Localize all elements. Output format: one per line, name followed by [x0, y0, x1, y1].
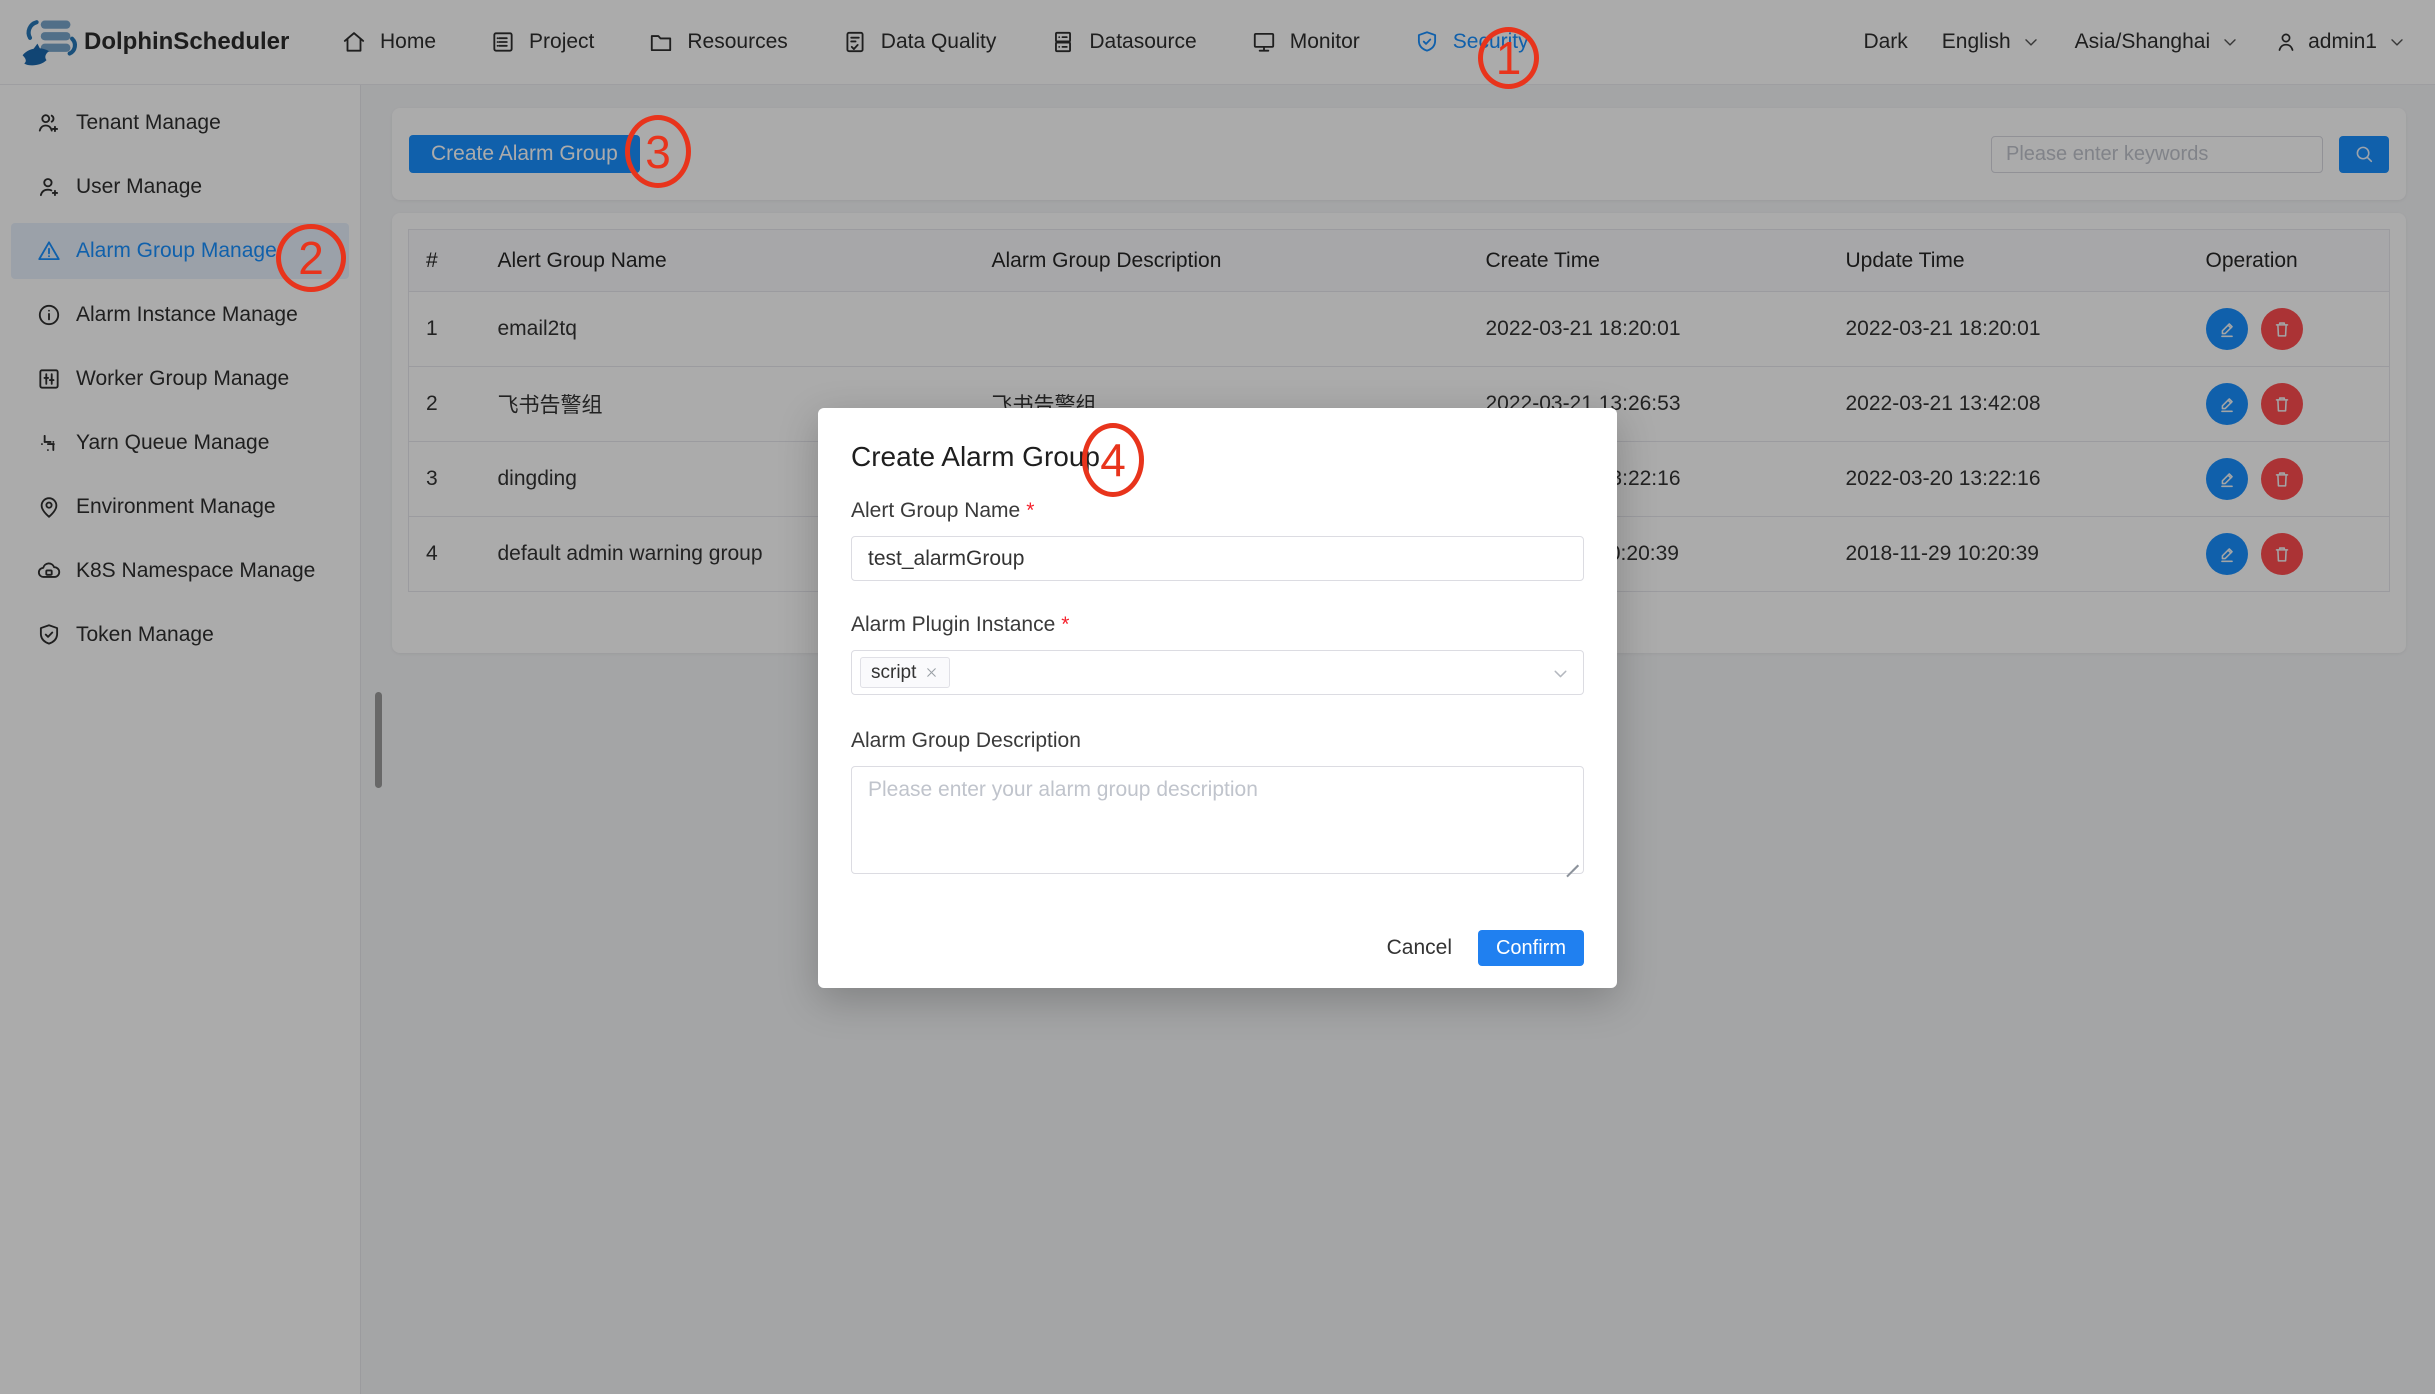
- resize-handle-icon[interactable]: [1564, 853, 1579, 868]
- alarm-group-description-textarea[interactable]: [851, 766, 1584, 874]
- alarm-group-description-label: Alarm Group Description: [851, 729, 1584, 753]
- modal-title: Create Alarm Group: [851, 441, 1584, 473]
- chevron-down-icon: [1550, 663, 1571, 684]
- tag-label: script: [871, 662, 916, 684]
- alert-group-name-label: Alert Group Name*: [851, 499, 1584, 523]
- annotation-circle-4: 4: [1082, 423, 1144, 497]
- confirm-button[interactable]: Confirm: [1478, 930, 1584, 966]
- selected-plugin-tag: script: [860, 657, 950, 688]
- required-mark: *: [1061, 613, 1069, 636]
- create-alarm-group-modal: Create Alarm Group Alert Group Name* Ala…: [818, 408, 1617, 988]
- annotation-circle-2: 2: [276, 224, 346, 292]
- alarm-plugin-instance-label: Alarm Plugin Instance*: [851, 613, 1584, 637]
- annotation-circle-1: 1: [1478, 27, 1539, 89]
- alert-group-name-input[interactable]: [851, 536, 1584, 581]
- app: DolphinScheduler Home Project Resources …: [0, 0, 2435, 1394]
- required-mark: *: [1026, 499, 1034, 522]
- alarm-plugin-instance-select[interactable]: script: [851, 650, 1584, 695]
- remove-tag-icon[interactable]: [924, 665, 939, 680]
- cancel-button[interactable]: Cancel: [1387, 936, 1452, 960]
- annotation-circle-3: 3: [625, 115, 691, 188]
